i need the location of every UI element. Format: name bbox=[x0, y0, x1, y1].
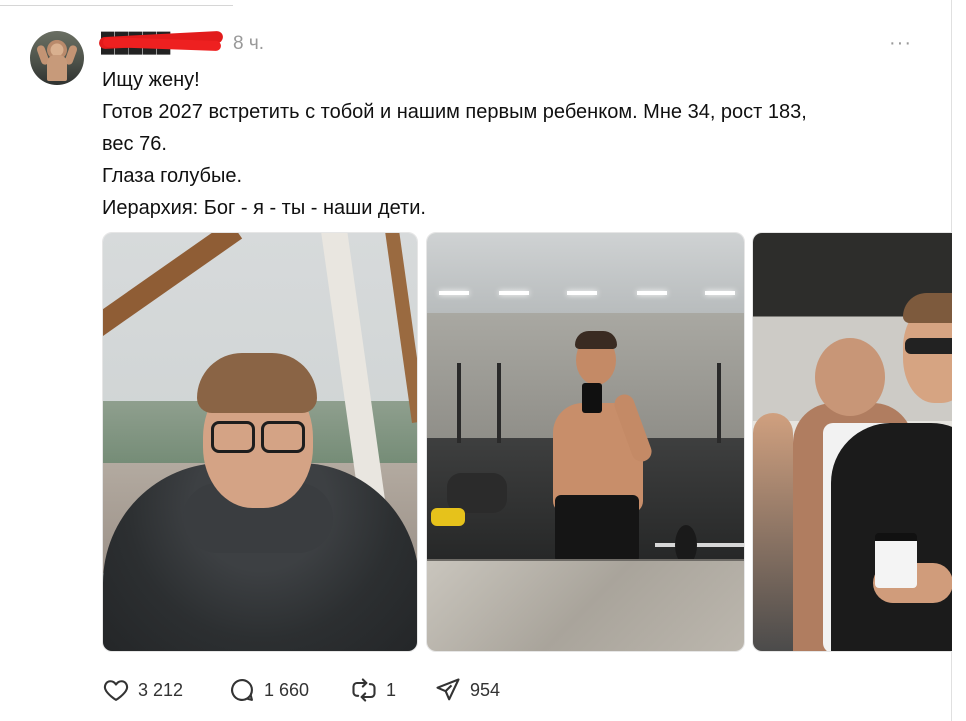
like-count: 3 212 bbox=[138, 679, 184, 700]
post-line: Иерархия: Бог - я - ты - наши дети. bbox=[102, 197, 426, 219]
post-photo-3[interactable] bbox=[752, 232, 966, 652]
post-line: Ищу жену! bbox=[102, 69, 200, 91]
post-line: вес 76. bbox=[102, 133, 167, 155]
post-actions: 3 212 1 660 1 954 bbox=[102, 675, 702, 705]
send-icon bbox=[436, 678, 460, 701]
repost-icon bbox=[352, 678, 376, 702]
repost-count: 1 bbox=[386, 679, 397, 700]
heart-icon bbox=[103, 680, 129, 701]
comment-icon bbox=[231, 679, 253, 701]
like-button[interactable]: 3 212 bbox=[102, 675, 183, 705]
more-options-icon[interactable]: ··· bbox=[889, 32, 912, 55]
share-count: 954 bbox=[470, 679, 501, 700]
scroll-gutter bbox=[952, 0, 966, 721]
reply-count: 1 660 bbox=[264, 679, 310, 700]
avatar[interactable] bbox=[30, 31, 84, 85]
reply-button[interactable]: 1 660 bbox=[228, 675, 309, 705]
post-line: Готов 2027 встретить с тобой и нашим пер… bbox=[102, 101, 807, 123]
post-line: Глаза голубые. bbox=[102, 165, 243, 187]
top-divider bbox=[0, 0, 233, 6]
post-photo-2[interactable] bbox=[426, 232, 745, 652]
repost-button[interactable]: 1 bbox=[350, 675, 396, 705]
post-text: Ищу жену! Готов 2027 встретить с тобой и… bbox=[102, 64, 902, 224]
post-photo-1[interactable] bbox=[102, 232, 418, 652]
username-redaction bbox=[99, 30, 225, 52]
post-time[interactable]: 8 ч. bbox=[233, 33, 264, 55]
share-button[interactable]: 954 bbox=[434, 675, 500, 705]
